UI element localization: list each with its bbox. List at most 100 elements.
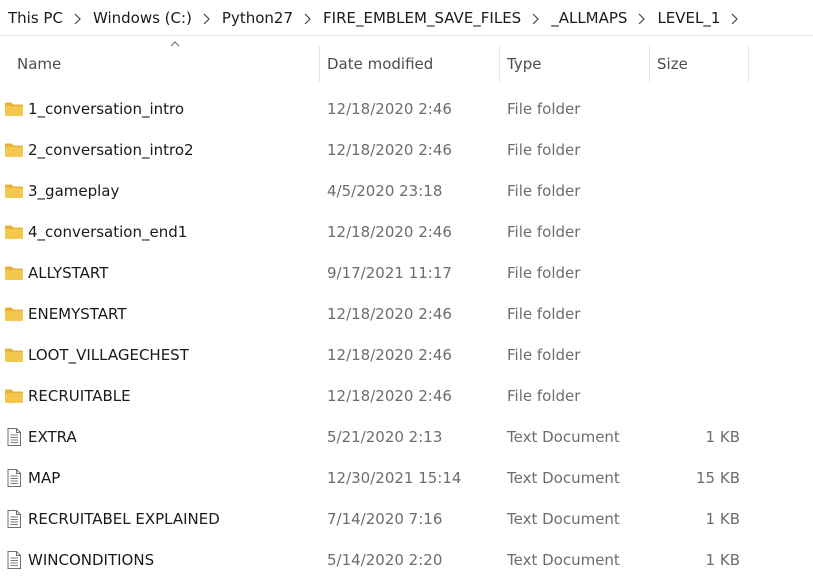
- file-size: [651, 253, 740, 294]
- text-document-icon: [4, 458, 24, 499]
- column-divider[interactable]: [748, 46, 749, 82]
- file-size: [651, 171, 740, 212]
- file-date-modified: 12/18/2020 2:46: [327, 387, 452, 405]
- file-row[interactable]: WINCONDITIONS 5/14/2020 2:20 Text Document…: [0, 540, 813, 581]
- file-date-modified: 4/5/2020 23:18: [327, 182, 443, 200]
- file-size: [651, 335, 740, 376]
- file-type: File folder: [507, 346, 581, 364]
- folder-icon: [4, 130, 24, 171]
- file-row[interactable]: 4_conversation_end1 12/18/2020 2:46 File f…: [0, 212, 813, 253]
- file-type: Text Document: [507, 510, 620, 528]
- file-type: File folder: [507, 223, 581, 241]
- file-size: 1 KB: [705, 551, 740, 569]
- column-divider[interactable]: [649, 46, 650, 82]
- file-type: Text Document: [507, 551, 620, 569]
- file-name: 1_conversation_intro: [28, 100, 185, 118]
- chevron-right-icon[interactable]: [637, 11, 647, 25]
- file-date-modified: 5/14/2020 2:20: [327, 551, 443, 569]
- file-name: LOOT_VILLAGECHEST: [28, 346, 189, 364]
- file-size: [651, 294, 740, 335]
- sort-ascending-icon: [170, 41, 180, 47]
- file-name: ALLYSTART: [28, 264, 109, 282]
- file-type: Text Document: [507, 428, 620, 446]
- file-row[interactable]: 2_conversation_intro2 12/18/2020 2:46 File…: [0, 130, 813, 171]
- file-date-modified: 12/18/2020 2:46: [327, 141, 452, 159]
- file-row[interactable]: LOOT_VILLAGECHEST 12/18/2020 2:46 File fol…: [0, 335, 813, 376]
- column-header-name-label: Name: [17, 55, 62, 73]
- file-name: RECRUITABEL EXPLAINED: [28, 510, 220, 528]
- file-type: Text Document: [507, 469, 620, 487]
- file-name: RECRUITABLE: [28, 387, 131, 405]
- file-row[interactable]: ENEMYSTART 12/18/2020 2:46 File folder: [0, 294, 813, 335]
- file-size: 15 KB: [696, 469, 740, 487]
- folder-icon: [4, 212, 24, 253]
- column-header-name[interactable]: Name: [11, 41, 318, 84]
- file-name: 4_conversation_end1: [28, 223, 188, 241]
- column-divider[interactable]: [319, 46, 320, 82]
- file-row[interactable]: RECRUITABEL EXPLAINED 7/14/2020 7:16 Text …: [0, 499, 813, 540]
- folder-icon: [4, 335, 24, 376]
- column-header-row: Name Date modified Type Size: [0, 41, 813, 90]
- breadcrumb-item[interactable]: This PC: [8, 9, 63, 27]
- breadcrumb-item[interactable]: FIRE_EMBLEM_SAVE_FILES: [323, 9, 521, 27]
- column-header-type-label: Type: [507, 55, 542, 73]
- file-row[interactable]: 3_gameplay 4/5/2020 23:18 File folder: [0, 171, 813, 212]
- folder-icon: [4, 253, 24, 294]
- chevron-right-icon[interactable]: [531, 11, 541, 25]
- text-document-icon: [4, 417, 24, 458]
- breadcrumb-item[interactable]: _ALLMAPS: [551, 9, 627, 27]
- file-type: File folder: [507, 305, 581, 323]
- column-header-size-label: Size: [657, 55, 688, 73]
- file-date-modified: 12/18/2020 2:46: [327, 100, 452, 118]
- file-type: File folder: [507, 182, 581, 200]
- file-name: WINCONDITIONS: [28, 551, 155, 569]
- text-document-icon: [4, 499, 24, 540]
- file-type: File folder: [507, 264, 581, 282]
- file-date-modified: 12/18/2020 2:46: [327, 305, 452, 323]
- file-size: 1 KB: [705, 510, 740, 528]
- file-size: [651, 376, 740, 417]
- file-type: File folder: [507, 141, 581, 159]
- file-type: File folder: [507, 100, 581, 118]
- folder-icon: [4, 376, 24, 417]
- file-type: File folder: [507, 387, 581, 405]
- column-divider[interactable]: [499, 46, 500, 82]
- file-date-modified: 12/30/2021 15:14: [327, 469, 462, 487]
- column-header-size[interactable]: Size: [651, 44, 748, 84]
- file-row[interactable]: 1_conversation_intro 12/18/2020 2:46 File …: [0, 89, 813, 130]
- text-document-icon: [4, 540, 24, 581]
- column-header-type[interactable]: Type: [501, 44, 649, 84]
- file-size: [651, 89, 740, 130]
- file-row[interactable]: ALLYSTART 9/17/2021 11:17 File folder: [0, 253, 813, 294]
- chevron-right-icon[interactable]: [303, 11, 313, 25]
- breadcrumb-item[interactable]: LEVEL_1: [657, 9, 720, 27]
- breadcrumb: This PC Windows (C:) Python27 FIRE_EMBLEM_S…: [0, 0, 813, 36]
- file-name: 2_conversation_intro2: [28, 141, 194, 159]
- file-date-modified: 5/21/2020 2:13: [327, 428, 443, 446]
- column-header-date-label: Date modified: [327, 55, 434, 73]
- chevron-right-icon[interactable]: [730, 11, 740, 25]
- file-size: [651, 130, 740, 171]
- column-header-date[interactable]: Date modified: [321, 44, 497, 84]
- file-date-modified: 12/18/2020 2:46: [327, 223, 452, 241]
- file-date-modified: 9/17/2021 11:17: [327, 264, 452, 282]
- folder-icon: [4, 89, 24, 130]
- file-name: EXTRA: [28, 428, 77, 446]
- breadcrumb-item[interactable]: Python27: [222, 9, 293, 27]
- breadcrumb-item[interactable]: Windows (C:): [93, 9, 192, 27]
- folder-icon: [4, 171, 24, 212]
- folder-icon: [4, 294, 24, 335]
- file-size: [651, 212, 740, 253]
- file-row[interactable]: RECRUITABLE 12/18/2020 2:46 File folder: [0, 376, 813, 417]
- file-list: 1_conversation_intro 12/18/2020 2:46 File …: [0, 89, 813, 581]
- file-size: 1 KB: [705, 428, 740, 446]
- chevron-right-icon[interactable]: [73, 11, 83, 25]
- file-date-modified: 7/14/2020 7:16: [327, 510, 443, 528]
- file-row[interactable]: EXTRA 5/21/2020 2:13 Text Document 1 KB: [0, 417, 813, 458]
- file-name: MAP: [28, 469, 61, 487]
- file-date-modified: 12/18/2020 2:46: [327, 346, 452, 364]
- file-name: ENEMYSTART: [28, 305, 127, 323]
- chevron-right-icon[interactable]: [202, 11, 212, 25]
- file-name: 3_gameplay: [28, 182, 120, 200]
- file-row[interactable]: MAP 12/30/2021 15:14 Text Document 15 KB: [0, 458, 813, 499]
